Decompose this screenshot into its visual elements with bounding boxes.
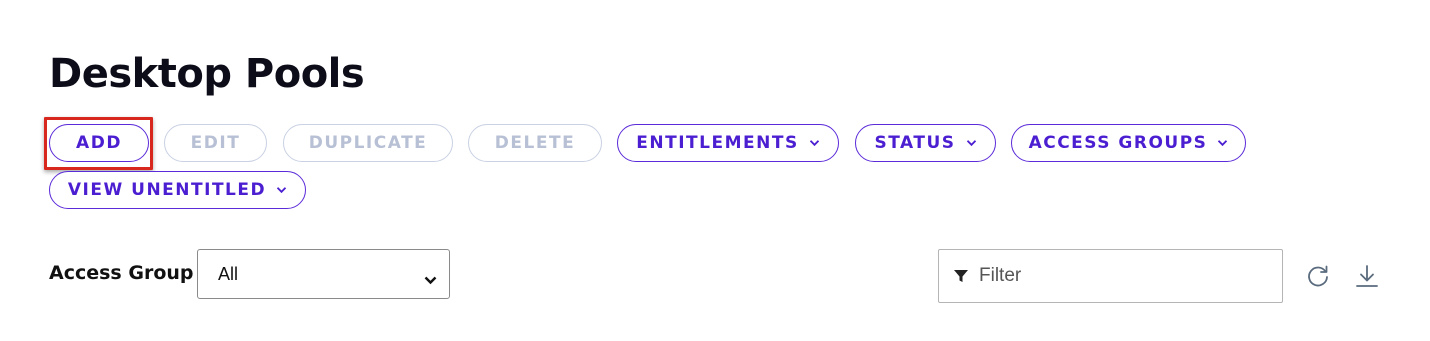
access-group-select[interactable]: All [197,249,450,299]
edit-button[interactable]: EDIT [164,124,267,162]
add-button-highlight [44,117,153,170]
entitlements-button-label: ENTITLEMENTS [636,133,799,153]
chevron-down-icon [1217,139,1228,147]
delete-button-label: DELETE [494,133,576,153]
desktop-pools-page: Desktop Pools ADD EDIT DUPLICATE DELETE … [0,0,1430,341]
access-groups-dropdown-button[interactable]: ACCESS GROUPS [1011,124,1246,162]
view-unentitled-dropdown-button[interactable]: VIEW UNENTITLED [49,171,306,209]
delete-button[interactable]: DELETE [468,124,602,162]
entitlements-dropdown-button[interactable]: ENTITLEMENTS [617,124,839,162]
access-group-label: Access Group [49,262,194,284]
duplicate-button[interactable]: DUPLICATE [283,124,453,162]
status-dropdown-button[interactable]: STATUS [855,124,996,162]
chevron-down-icon [966,139,977,147]
access-group-selected-value: All [218,263,239,284]
refresh-icon [1305,263,1331,293]
chevron-down-icon [809,139,820,147]
filter-funnel-icon [953,268,969,284]
download-icon [1354,263,1380,293]
filter-input[interactable] [979,265,1259,287]
chevron-down-icon [424,269,437,290]
page-title: Desktop Pools [49,51,365,97]
chevron-down-icon [276,186,287,194]
download-button[interactable] [1352,263,1382,293]
duplicate-button-label: DUPLICATE [308,133,428,153]
access-groups-button-label: ACCESS GROUPS [1028,133,1208,153]
status-button-label: STATUS [874,133,956,153]
view-unentitled-button-label: VIEW UNENTITLED [67,180,267,200]
edit-button-label: EDIT [190,133,241,153]
filter-field[interactable] [938,249,1283,303]
refresh-button[interactable] [1303,263,1333,293]
